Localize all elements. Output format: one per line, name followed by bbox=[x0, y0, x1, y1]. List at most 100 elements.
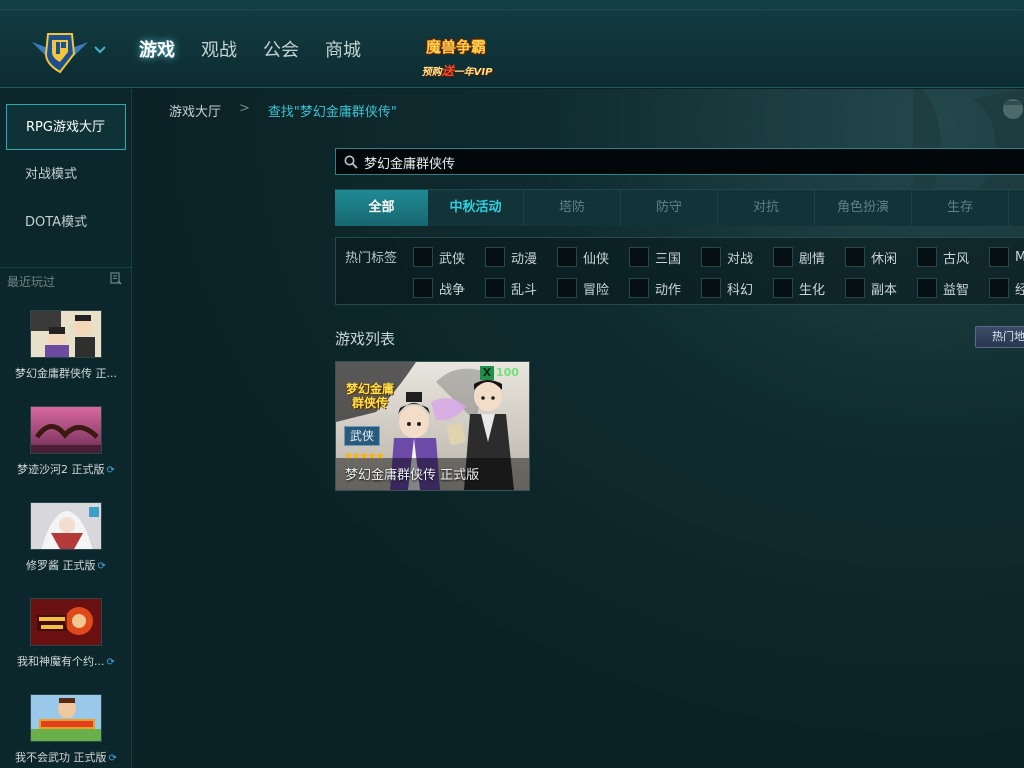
recent-game-item[interactable]: 我和神魔有个约... ⟳ bbox=[0, 598, 132, 678]
checkbox[interactable] bbox=[989, 247, 1009, 267]
tag-checkbox[interactable]: 冒险 bbox=[557, 278, 609, 298]
checkbox[interactable] bbox=[773, 247, 793, 267]
tab-role-playing[interactable]: 角色扮演 bbox=[815, 190, 912, 226]
checkbox[interactable] bbox=[989, 278, 1009, 298]
search-icon[interactable] bbox=[344, 155, 358, 169]
tab-survival[interactable]: 生存 bbox=[912, 190, 1009, 226]
nav-item-games[interactable]: 游戏 bbox=[126, 26, 188, 76]
sort-popular-button[interactable]: 热门地图 bbox=[975, 326, 1024, 348]
checkbox[interactable] bbox=[485, 247, 505, 267]
tag-label: 生化 bbox=[799, 282, 826, 298]
recent-game-thumbnail bbox=[30, 598, 102, 646]
rating-stars: ★★★★★ bbox=[344, 451, 385, 462]
tag-checkbox[interactable]: 经 bbox=[989, 278, 1024, 298]
tab-defense[interactable]: 防守 bbox=[621, 190, 718, 226]
tag-label: 乱斗 bbox=[511, 282, 538, 298]
genre-badge: 武侠 bbox=[344, 426, 380, 446]
nav-item-spectate[interactable]: 观战 bbox=[188, 26, 250, 76]
tag-checkbox[interactable]: 动漫 bbox=[485, 247, 537, 267]
promo-title: 魔兽争霸 bbox=[425, 38, 486, 56]
checkbox[interactable] bbox=[845, 247, 865, 267]
game-list-title: 游戏列表 bbox=[335, 330, 396, 348]
checkbox[interactable] bbox=[701, 278, 721, 298]
tag-checkbox[interactable]: 休闲 bbox=[845, 247, 897, 267]
checkbox[interactable] bbox=[485, 278, 505, 298]
brand-logo-icon[interactable] bbox=[30, 28, 90, 76]
nav-item-store[interactable]: 商城 bbox=[312, 26, 374, 76]
tag-checkbox[interactable]: 生化 bbox=[773, 278, 825, 298]
tag-checkbox[interactable]: 武侠 bbox=[413, 247, 465, 267]
promo-sub-prefix: 预购 bbox=[421, 67, 442, 78]
promo-sub-highlight: 送 bbox=[441, 64, 454, 78]
main-content: 游戏大厅 > 查找"梦幻金庸群侠传" 全部 中秋活动 塔防 防守 对抗 角色扮演… bbox=[133, 89, 1024, 768]
recent-game-item[interactable]: 梦幻金庸群侠传 正... bbox=[0, 310, 132, 390]
tab-tower-defense[interactable]: 塔防 bbox=[524, 190, 621, 226]
sidebar-item-versus-mode[interactable]: 对战模式 bbox=[6, 152, 126, 198]
tag-label: 三国 bbox=[655, 251, 682, 267]
tag-checkbox[interactable]: 动作 bbox=[629, 278, 681, 298]
search-bar[interactable] bbox=[335, 148, 1024, 175]
tag-checkbox[interactable]: 古风 bbox=[917, 247, 969, 267]
tab-versus[interactable]: 对抗 bbox=[718, 190, 815, 226]
warcraft-promo-banner[interactable]: 魔兽争霸 预购送一年VIP bbox=[414, 32, 498, 80]
game-card[interactable]: 梦幻金庸 群侠传 武侠 ★★★★★ X 100 梦幻金庸群侠传 正式版 bbox=[335, 361, 530, 491]
checkbox[interactable] bbox=[773, 278, 793, 298]
checkbox[interactable] bbox=[917, 247, 937, 267]
breadcrumb: 游戏大厅 > 查找"梦幻金庸群侠传" bbox=[169, 101, 397, 121]
tag-label: M bbox=[1015, 249, 1024, 265]
tag-label: 冒险 bbox=[583, 282, 610, 298]
checkbox[interactable] bbox=[557, 278, 577, 298]
tag-checkbox[interactable]: 乱斗 bbox=[485, 278, 537, 298]
tag-checkbox[interactable]: 对战 bbox=[701, 247, 753, 267]
promo-subtitle: 预购送一年VIP bbox=[416, 62, 498, 79]
breadcrumb-home[interactable]: 游戏大厅 bbox=[169, 101, 221, 121]
recent-played-header: 最近玩过 bbox=[0, 267, 132, 293]
checkbox[interactable] bbox=[629, 278, 649, 298]
recent-game-item[interactable]: 我不会武功 正式版 ⟳ bbox=[0, 694, 132, 768]
checkbox[interactable] bbox=[845, 278, 865, 298]
tag-checkbox[interactable]: 科幻 bbox=[701, 278, 753, 298]
chevron-down-icon[interactable] bbox=[94, 43, 106, 57]
tag-checkbox[interactable]: 三国 bbox=[629, 247, 681, 267]
recent-game-thumbnail bbox=[30, 310, 102, 358]
checkbox[interactable] bbox=[557, 247, 577, 267]
tab-all[interactable]: 全部 bbox=[335, 190, 428, 226]
tag-checkbox[interactable]: 副本 bbox=[845, 278, 897, 298]
sidebar-item-dota-mode[interactable]: DOTA模式 bbox=[6, 200, 126, 246]
recent-game-label-text: 梦迹沙河2 正式版 bbox=[17, 463, 105, 476]
tag-label: 休闲 bbox=[871, 251, 898, 267]
tag-label: 对战 bbox=[727, 251, 754, 267]
tag-label: 副本 bbox=[871, 282, 898, 298]
tag-label: 动漫 bbox=[511, 251, 538, 267]
tag-label: 古风 bbox=[943, 251, 970, 267]
recent-game-item[interactable]: 梦迹沙河2 正式版 ⟳ bbox=[0, 406, 132, 486]
recent-game-thumbnail bbox=[30, 694, 102, 742]
checkbox[interactable] bbox=[413, 247, 433, 267]
tag-checkbox[interactable]: 仙侠 bbox=[557, 247, 609, 267]
tag-checkbox[interactable]: 剧情 bbox=[773, 247, 825, 267]
tag-label: 科幻 bbox=[727, 282, 754, 298]
tag-checkbox[interactable]: 益智 bbox=[917, 278, 969, 298]
checkbox[interactable] bbox=[413, 278, 433, 298]
sidebar-item-rpg-lobby[interactable]: RPG游戏大厅 bbox=[6, 104, 126, 150]
game-card-cover-title: 梦幻金庸 群侠传 bbox=[340, 382, 400, 410]
recent-game-thumbnail bbox=[30, 406, 102, 454]
recent-game-label: 我不会武功 正式版 ⟳ bbox=[0, 749, 132, 765]
search-input[interactable] bbox=[364, 152, 1004, 172]
sidebar: RPG游戏大厅 对战模式 DOTA模式 最近玩过 梦幻金庸群侠传 正... 梦迹… bbox=[0, 89, 132, 768]
player-count: 100 bbox=[496, 366, 519, 379]
recent-game-label-text: 我和神魔有个约... bbox=[17, 655, 105, 668]
checkbox[interactable] bbox=[917, 278, 937, 298]
breadcrumb-current: 查找"梦幻金庸群侠传" bbox=[267, 105, 397, 120]
tab-mid-autumn-event[interactable]: 中秋活动 bbox=[428, 190, 524, 226]
checkbox[interactable] bbox=[701, 247, 721, 267]
nav-item-guild[interactable]: 公会 bbox=[250, 26, 312, 76]
recent-game-label: 梦迹沙河2 正式版 ⟳ bbox=[0, 461, 132, 477]
recent-game-item[interactable]: 修罗酱 正式版 ⟳ bbox=[0, 502, 132, 582]
checkbox[interactable] bbox=[629, 247, 649, 267]
tag-checkbox[interactable]: M bbox=[989, 247, 1024, 267]
list-icon[interactable] bbox=[110, 272, 122, 285]
main-nav: 游戏 观战 公会 商城 bbox=[126, 26, 374, 76]
tag-label: 动作 bbox=[655, 282, 682, 298]
tag-checkbox[interactable]: 战争 bbox=[413, 278, 465, 298]
